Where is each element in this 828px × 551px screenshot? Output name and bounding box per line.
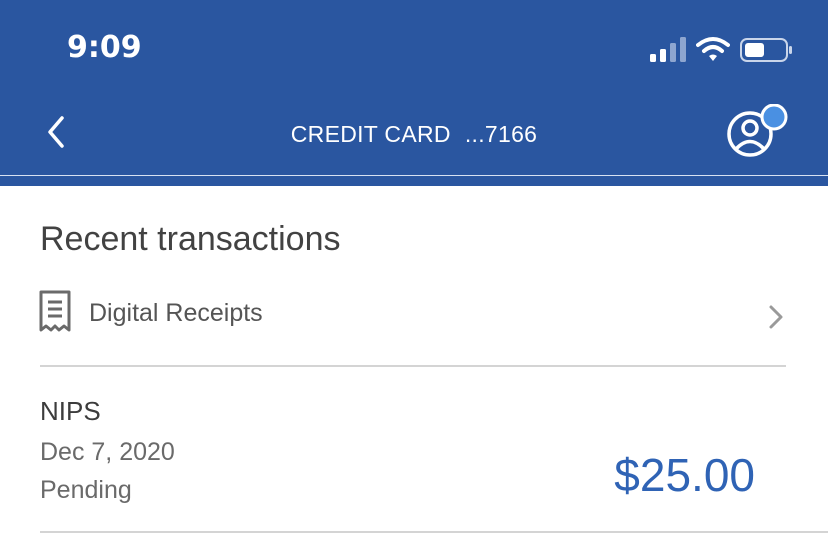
section-title: Recent transactions: [40, 220, 341, 258]
battery-icon: [740, 38, 792, 62]
title-card-number: ...7166: [464, 121, 538, 147]
digital-receipts-label: Digital Receipts: [89, 299, 263, 327]
row-divider: [40, 365, 786, 367]
profile-icon[interactable]: [724, 104, 790, 160]
signal-icon: [650, 37, 686, 62]
transaction-merchant: NIPS: [40, 396, 101, 426]
status-time: 9:09: [67, 30, 142, 65]
receipt-icon: [39, 290, 71, 332]
page-title: CREDIT CARD ...7166: [0, 121, 828, 148]
transaction-row[interactable]: NIPS Dec 7, 2020 Pending $25.00: [0, 390, 828, 530]
transaction-amount: $25.00: [614, 449, 755, 501]
chevron-right-icon: [769, 305, 783, 329]
transaction-status: Pending: [40, 476, 132, 504]
title-prefix: CREDIT CARD: [290, 121, 451, 147]
app-header: 9:09 CREDIT CARD ...7166: [0, 0, 828, 186]
transaction-date: Dec 7, 2020: [40, 438, 175, 466]
wifi-icon: [696, 37, 730, 61]
row-divider-bottom: [40, 531, 828, 533]
header-divider: [0, 175, 828, 176]
digital-receipts-row[interactable]: Digital Receipts: [0, 280, 828, 364]
notification-dot: [760, 104, 788, 131]
